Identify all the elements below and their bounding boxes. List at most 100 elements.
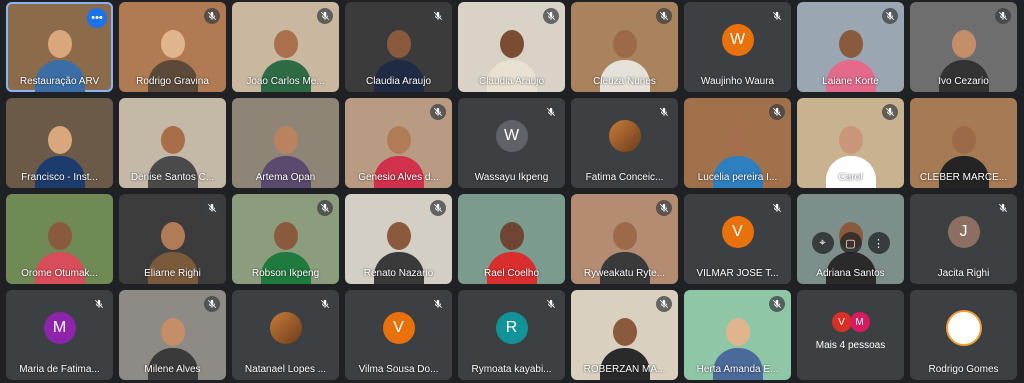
participant-tile[interactable]: Natanael Lopes ... [232,290,339,380]
participant-name: Waujinho Waura [700,76,775,87]
participant-tile[interactable]: Rodrigo Gravina [119,2,226,92]
participant-tile[interactable]: V M Mais 4 pessoas [797,290,904,380]
participant-name: Herta Amanda E... [696,364,779,375]
participant-photo-avatar [269,311,302,344]
participant-name: Robson Ikpeng [251,268,320,279]
participant-name: Claudia Araujo [365,76,432,87]
participant-tile[interactable]: CLEBER MARCE... [910,98,1017,188]
participant-name: Cleuza Nunes [593,76,656,87]
participant-name: Wassayu Ikpeng [474,172,549,183]
participant-tile[interactable]: ⌖ ▢ ⋮ Adriana Santos [797,194,904,284]
expand-icon[interactable]: ▢ [839,232,862,254]
participant-avatar: J [947,215,980,248]
participant-tile[interactable]: Francisco - Inst... [6,98,113,188]
mic-off-icon [882,104,898,120]
tile-hover-controls: ⌖ ▢ ⋮ [797,232,904,254]
more-options-icon[interactable]: ••• [87,8,107,28]
participant-tile[interactable]: Ivo Cezario [910,2,1017,92]
mic-off-icon [543,296,559,312]
participant-tile[interactable]: Joao Carlos Me... [232,2,339,92]
participant-name: Francisco - Inst... [21,172,98,183]
participant-tile[interactable]: M Maria de Fatima... [6,290,113,380]
participant-name: Ryweakatu Ryte... [583,268,666,279]
participant-tile[interactable]: Cleuza Nunes [571,2,678,92]
participant-tile[interactable]: J Jacita Righi [910,194,1017,284]
participant-name: ROBERZAN MA... [583,364,666,375]
participant-tile[interactable]: Claudia Araujo [458,2,565,92]
participant-tile[interactable]: ••• Restauração ARV [6,2,113,92]
participant-name: Natanael Lopes ... [244,364,327,375]
mic-off-icon [317,8,333,24]
participant-tile[interactable]: R Rymoata kayabi... [458,290,565,380]
participant-tile[interactable]: Herta Amanda E... [684,290,791,380]
participant-tile[interactable]: Artema Opan [232,98,339,188]
mic-off-icon [430,8,446,24]
participant-tile[interactable]: Claudia Araujo [345,2,452,92]
participant-tile[interactable]: Lucelia pereira I... [684,98,791,188]
participant-tile[interactable]: ROBERZAN MA... [571,290,678,380]
participant-tile[interactable]: V VILMAR JOSE T... [684,194,791,284]
participant-tile[interactable]: Robson Ikpeng [232,194,339,284]
mic-off-icon [204,8,220,24]
participant-name: Jacita Righi [937,268,990,279]
mic-off-icon [656,104,672,120]
participant-name: Fatima Conceic... [585,172,664,183]
participant-tile[interactable]: Denise Santos C... [119,98,226,188]
participant-logo-avatar [945,309,982,346]
participant-name: Milene Alves [144,364,201,375]
participant-name: Maria de Fatima... [19,364,100,375]
more-people-label: Mais 4 pessoas [815,340,886,351]
participant-avatar: V [831,312,852,332]
participant-tile[interactable]: Milene Alves [119,290,226,380]
participant-name: Artema Opan [255,172,316,183]
participant-tile[interactable]: Carol [797,98,904,188]
more-vert-icon[interactable]: ⋮ [867,232,890,254]
mic-off-icon [543,104,559,120]
mic-off-icon [995,8,1011,24]
mic-off-icon [656,8,672,24]
participant-name: Lucelia pereira I... [697,172,778,183]
mic-off-icon [656,200,672,216]
participant-tile[interactable]: Genesio Alves d... [345,98,452,188]
mic-off-icon [543,8,559,24]
participant-avatar: V [721,215,754,248]
participant-tile[interactable]: Orome Otumak... [6,194,113,284]
mic-off-icon [317,200,333,216]
mic-off-icon [204,200,220,216]
participant-avatar: W [495,119,528,152]
participant-avatar: M [849,312,870,332]
participant-tile[interactable]: Ryweakatu Ryte... [571,194,678,284]
participant-photo-avatar [608,119,641,152]
participant-tile[interactable]: W Waujinho Waura [684,2,791,92]
mic-off-icon [430,104,446,120]
mic-off-icon [769,8,785,24]
participant-avatar: V [382,311,415,344]
participant-name: CLEBER MARCE... [919,172,1008,183]
participant-name: VILMAR JOSE T... [696,268,779,279]
participant-name: Rymoata kayabi... [471,364,552,375]
participant-tile[interactable]: Fatima Conceic... [571,98,678,188]
mic-off-icon [882,8,898,24]
participant-avatar: M [43,311,76,344]
participant-tile[interactable]: V Vilma Sousa Do... [345,290,452,380]
participant-grid: ••• Restauração ARV Rodrigo Gravina Joao Ca… [6,2,1017,380]
mic-off-icon [317,296,333,312]
participant-avatar: W [721,23,754,56]
participant-tile[interactable]: Renato Nazario [345,194,452,284]
participant-name: Ivo Cezario [938,76,989,87]
participant-name: Carol [838,172,863,183]
participant-tile[interactable]: W Wassayu Ikpeng [458,98,565,188]
participant-tile[interactable]: Rodrigo Gomes [910,290,1017,380]
mic-off-icon [769,296,785,312]
mic-off-icon [769,104,785,120]
participant-name: Claudia Araujo [478,76,545,87]
pin-icon[interactable]: ⌖ [811,232,834,254]
participant-name: Rael Coelho [483,268,540,279]
mic-off-icon [91,296,107,312]
mic-off-icon [204,296,220,312]
participant-name: Vilma Sousa Do... [358,364,439,375]
participant-tile[interactable]: Rael Coelho [458,194,565,284]
participant-tile[interactable]: Eliarne Righi [119,194,226,284]
participant-name: Laiane Korte [822,76,879,87]
participant-tile[interactable]: Laiane Korte [797,2,904,92]
